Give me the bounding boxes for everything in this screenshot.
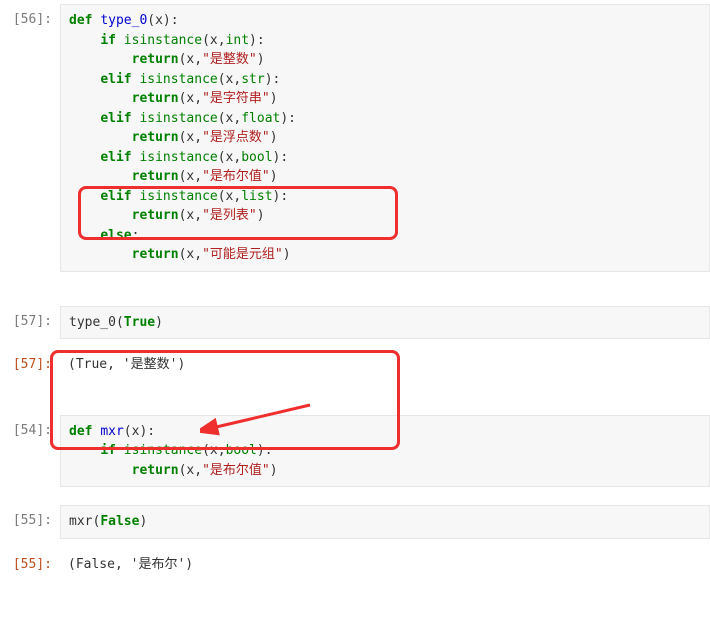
bi-isinstance: isinstance xyxy=(139,72,217,87)
type-bool: bool xyxy=(226,443,257,458)
str-bool: "是布尔值" xyxy=(202,169,270,184)
close: ) xyxy=(139,514,147,529)
kw-return: return xyxy=(132,463,179,478)
kw-elif: elif xyxy=(100,189,131,204)
close: ): xyxy=(257,443,273,458)
prompt-in-57: [57]: xyxy=(0,306,60,340)
code-input-57[interactable]: type_0(True) xyxy=(60,306,710,340)
open: (x, xyxy=(179,208,202,223)
close: ) xyxy=(270,463,278,478)
type-list: list xyxy=(241,189,272,204)
close: ): xyxy=(265,72,281,87)
args: (x, xyxy=(218,189,241,204)
cell-56: [56]: def type_0(x): if isinstance(x,int… xyxy=(0,4,710,272)
kw-return: return xyxy=(132,169,179,184)
bi-isinstance: isinstance xyxy=(124,443,202,458)
close: ) xyxy=(270,91,278,106)
code-block-54: def mxr(x): if isinstance(x,bool): retur… xyxy=(69,422,701,481)
prompt-in-55: [55]: xyxy=(0,505,60,539)
str-float: "是浮点数" xyxy=(202,130,270,145)
kw-elif: elif xyxy=(100,72,131,87)
bi-isinstance: isinstance xyxy=(139,111,217,126)
args: (x, xyxy=(202,443,225,458)
args: (x, xyxy=(202,33,225,48)
close: ) xyxy=(283,247,291,262)
output-text-55: (False, '是布尔') xyxy=(68,555,702,575)
cell-55-in: [55]: mxr(False) xyxy=(0,505,710,539)
code-block-56: def type_0(x): if isinstance(x,int): ret… xyxy=(69,11,701,265)
close: ) xyxy=(270,169,278,184)
type-int: int xyxy=(226,33,249,48)
close: ) xyxy=(257,52,265,67)
output-text-57: (True, '是整数') xyxy=(68,355,702,375)
kw-return: return xyxy=(132,208,179,223)
prompt-out-55: [55]: xyxy=(0,549,60,581)
bi-isinstance: isinstance xyxy=(139,150,217,165)
str-str: "是字符串" xyxy=(202,91,270,106)
code-input-56[interactable]: def type_0(x): if isinstance(x,int): ret… xyxy=(60,4,710,272)
close: ): xyxy=(273,189,289,204)
notebook-container: [56]: def type_0(x): if isinstance(x,int… xyxy=(0,0,710,586)
args: (x, xyxy=(218,72,241,87)
prompt-in-54: [54]: xyxy=(0,415,60,488)
open: (x, xyxy=(179,463,202,478)
kw-return: return xyxy=(132,247,179,262)
fn-name: mxr xyxy=(100,424,123,439)
args: (x, xyxy=(218,150,241,165)
output-57: (True, '是整数') xyxy=(60,349,710,381)
str-tuple: "可能是元组" xyxy=(202,247,283,262)
open: ( xyxy=(116,315,124,330)
kw-elif: elif xyxy=(100,150,131,165)
open: (x, xyxy=(179,169,202,184)
kw-def: def xyxy=(69,13,92,28)
open: (x, xyxy=(179,91,202,106)
kw-return: return xyxy=(132,130,179,145)
type-str: str xyxy=(241,72,264,87)
kw-else: else xyxy=(100,228,131,243)
open: (x, xyxy=(179,52,202,67)
arg-true: True xyxy=(124,315,155,330)
kw-def: def xyxy=(69,424,92,439)
arg-false: False xyxy=(100,514,139,529)
fn-name: type_0 xyxy=(100,13,147,28)
open: (x, xyxy=(179,247,202,262)
close: ): xyxy=(249,33,265,48)
prompt-out-57: [57]: xyxy=(0,349,60,381)
code-input-54[interactable]: def mxr(x): if isinstance(x,bool): retur… xyxy=(60,415,710,488)
str-list: "是列表" xyxy=(202,208,257,223)
prompt-in-56: [56]: xyxy=(0,4,60,272)
close: ) xyxy=(155,315,163,330)
open: (x, xyxy=(179,130,202,145)
bi-isinstance: isinstance xyxy=(139,189,217,204)
kw-elif: elif xyxy=(100,111,131,126)
output-55: (False, '是布尔') xyxy=(60,549,710,581)
code-input-55[interactable]: mxr(False) xyxy=(60,505,710,539)
params: (x): xyxy=(147,13,178,28)
cell-54: [54]: def mxr(x): if isinstance(x,bool):… xyxy=(0,415,710,488)
cell-55-out: [55]: (False, '是布尔') xyxy=(0,549,710,581)
kw-if: if xyxy=(100,33,116,48)
str-int: "是整数" xyxy=(202,52,257,67)
colon: : xyxy=(132,228,140,243)
kw-return: return xyxy=(132,52,179,67)
kw-if: if xyxy=(100,443,116,458)
fn-call: mxr xyxy=(69,514,92,529)
params: (x): xyxy=(124,424,155,439)
close: ) xyxy=(270,130,278,145)
bi-isinstance: isinstance xyxy=(124,33,202,48)
close: ) xyxy=(257,208,265,223)
kw-return: return xyxy=(132,91,179,106)
type-float: float xyxy=(241,111,280,126)
str-bool: "是布尔值" xyxy=(202,463,270,478)
type-bool: bool xyxy=(241,150,272,165)
close: ): xyxy=(273,150,289,165)
close: ): xyxy=(280,111,296,126)
cell-57-out: [57]: (True, '是整数') xyxy=(0,349,710,381)
cell-57-in: [57]: type_0(True) xyxy=(0,306,710,340)
code-block-55: mxr(False) xyxy=(69,512,701,532)
fn-call: type_0 xyxy=(69,315,116,330)
code-block-57: type_0(True) xyxy=(69,313,701,333)
args: (x, xyxy=(218,111,241,126)
